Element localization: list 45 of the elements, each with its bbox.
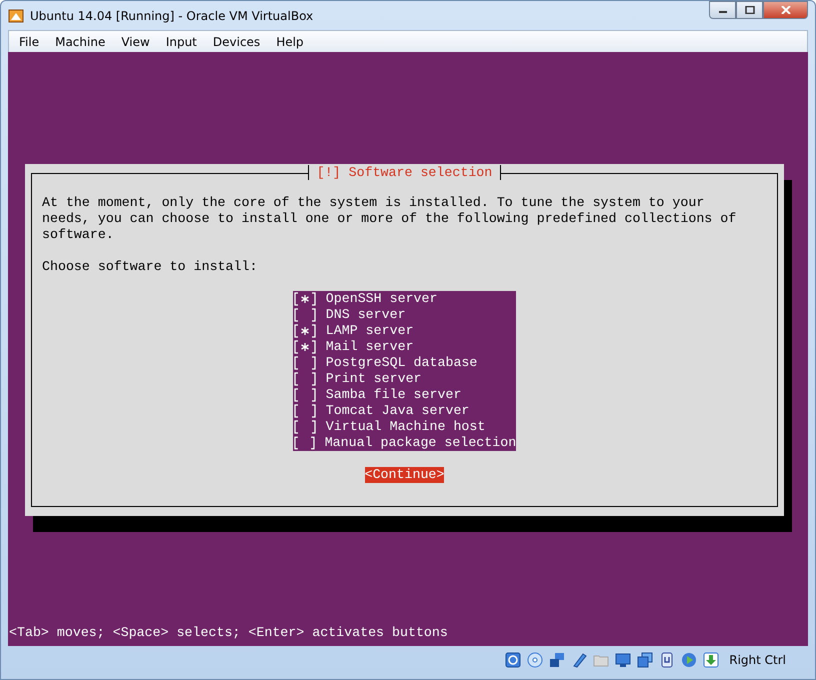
menu-item[interactable]: Input	[158, 34, 205, 48]
checkbox[interactable]	[294, 404, 316, 418]
usb-pen-icon[interactable]	[571, 652, 588, 668]
minimize-button[interactable]	[709, 1, 736, 19]
checkbox[interactable]	[294, 420, 316, 434]
checkbox[interactable]	[294, 388, 316, 402]
option-label[interactable]: DNS server	[326, 307, 406, 323]
windows-icon[interactable]	[637, 652, 654, 668]
checkbox[interactable]	[294, 372, 316, 386]
menu-item[interactable]: Help	[268, 34, 312, 48]
menu-item[interactable]: File	[11, 34, 48, 48]
menu-item[interactable]: Machine	[47, 34, 114, 48]
app-icon	[8, 8, 24, 24]
checkbox[interactable]	[294, 340, 316, 354]
dialog-title: [!] Software selection	[308, 165, 502, 180]
maximize-icon	[744, 6, 754, 14]
option-label[interactable]: OpenSSH server	[326, 291, 438, 307]
option-label[interactable]: Mail server	[326, 339, 414, 355]
option-label[interactable]: Tomcat Java server	[326, 403, 470, 419]
menu-item[interactable]: View	[113, 34, 158, 48]
optical-disc-icon[interactable]	[527, 652, 544, 668]
option-label[interactable]: Manual package selection	[324, 435, 516, 451]
checkbox[interactable]	[294, 436, 315, 450]
host-key-label: Right Ctrl	[729, 653, 786, 667]
download-arrow-icon[interactable]	[703, 652, 720, 668]
option-label[interactable]: LAMP server	[326, 323, 414, 339]
option-label[interactable]: Print server	[326, 371, 422, 387]
checkbox[interactable]	[294, 324, 316, 338]
checkbox[interactable]	[294, 292, 316, 306]
prompt-text: Choose software to install:	[42, 259, 258, 275]
menu-item[interactable]: Devices	[204, 34, 268, 48]
console-hint: <Tab> moves; <Space> selects; <Enter> activates buttons	[9, 625, 449, 641]
continue-button[interactable]: <Continue>	[364, 467, 444, 483]
intro-text: At the moment, only the core of the system is installed. To tune the system to your needs, you can choose to install one or more of the following predefined collections of software.	[42, 195, 738, 243]
option-label[interactable]: PostgreSQL database	[326, 355, 478, 371]
option-label[interactable]: Virtual Machine host	[326, 419, 486, 435]
option-label[interactable]: Samba file server	[326, 387, 462, 403]
close-icon	[780, 6, 790, 14]
close-button[interactable]	[763, 1, 808, 19]
checkbox[interactable]	[294, 308, 316, 322]
window-title: Ubuntu 14.04 [Running] - Oracle VM VirtualBox	[30, 8, 314, 22]
display-icon[interactable]	[615, 652, 632, 668]
checkbox[interactable]	[294, 356, 316, 370]
maximize-button[interactable]	[736, 1, 763, 19]
chip-icon[interactable]	[659, 652, 676, 668]
